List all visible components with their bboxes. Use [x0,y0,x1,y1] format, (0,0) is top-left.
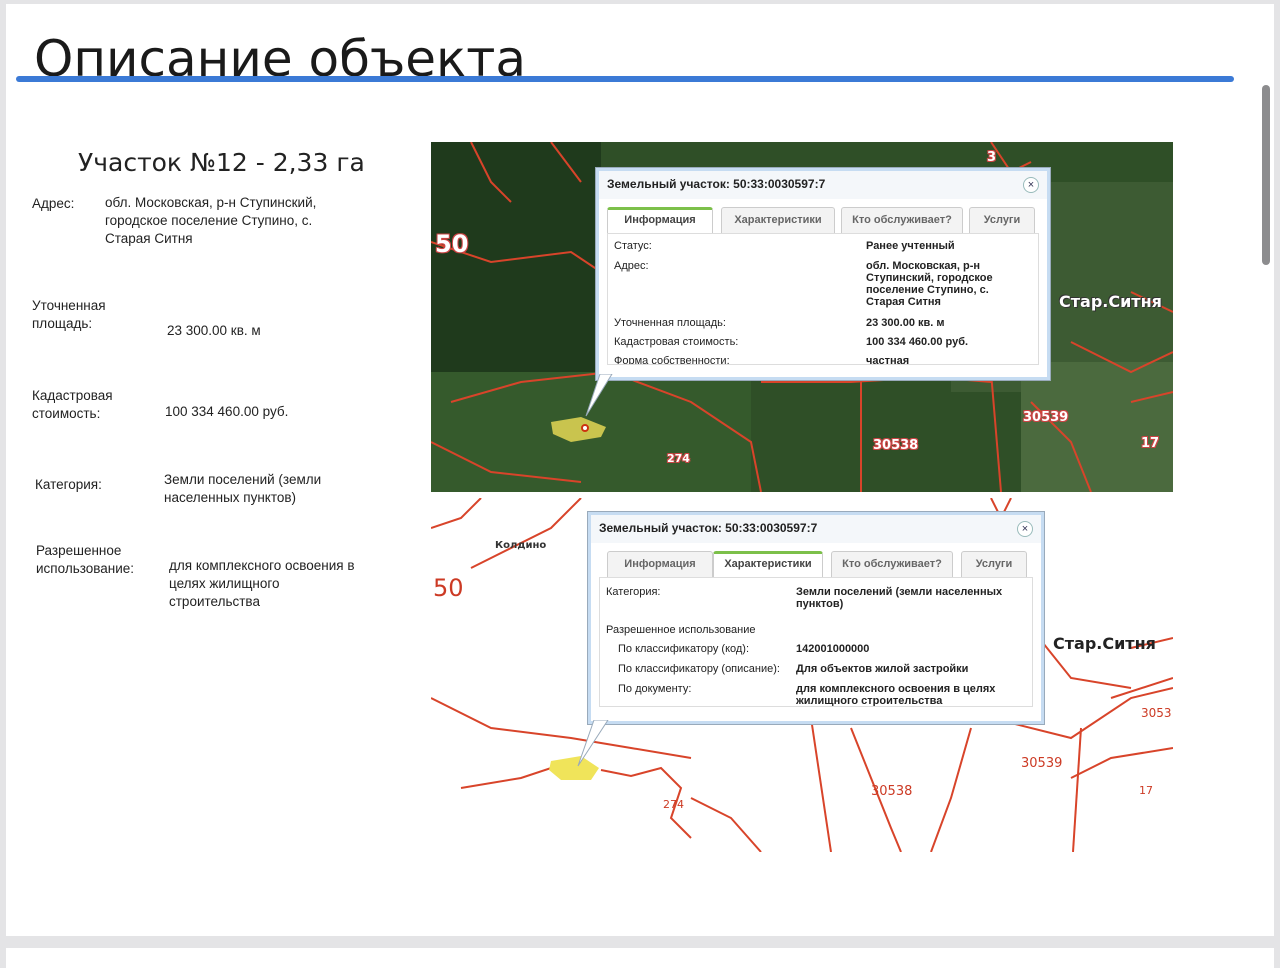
tab-services[interactable]: Услуги [969,207,1035,233]
parcel-characteristics-popup: Земельный участок: 50:33:0030597:7 × Инф… [588,512,1044,724]
map-label-30538: 30538 [871,784,913,799]
map-label-274: 274 [663,798,684,811]
parcel-info-popup: Земельный участок: 50:33:0030597:7 × Инф… [596,168,1050,380]
map-label-17: 17 [1139,784,1153,797]
map-label-3: 3 [987,150,997,165]
map-label-village: Стар.Ситня [1053,634,1156,653]
map-label-koldino: Колдино [495,540,547,551]
class-desc-label: По классификатору (описание): [618,663,780,675]
popup-pointer [585,374,613,417]
category-label: Категория: [606,586,661,598]
popup-tabs: Информация Характеристики Кто обслуживае… [599,207,1047,233]
category-label: Категория: [35,477,102,492]
address-value: обл. Московская, р-н Ступинский, городск… [105,195,317,246]
tab-services[interactable]: Услуги [961,551,1027,577]
permitted-use-value: для комплексного освоения в целях жилищн… [169,558,355,609]
doc-label: По документу: [618,683,692,695]
tab-who-serves[interactable]: Кто обслуживает? [841,207,963,233]
cost-value: 100 334 460.00 руб. [866,336,969,348]
cost-label: Кадастровая стоимость: [32,388,113,421]
area-label: Уточненная площадь: [32,298,106,331]
plot-title: Участок №12 - 2,33 га [78,148,365,177]
popup-info-body: Статус: Ранее учтенный Адрес: обл. Моско… [607,233,1039,365]
status-label: Статус: [614,240,652,252]
map-label-274: 274 [667,452,690,465]
popup-title: Земельный участок: 50:33:0030597:7 [599,171,1047,199]
close-icon[interactable]: × [1017,521,1033,537]
cost-value: 100 334 460.00 руб. [165,404,289,419]
ownership-label: Форма собственности: [614,355,730,365]
popup-characteristics-body: Категория: Земли поселений (земли населе… [599,577,1033,707]
title-underline [16,76,1234,82]
class-code-value: 142001000000 [796,643,870,655]
class-code-label: По классификатору (код): [618,643,750,655]
map-label-zone50: 50 [433,574,464,602]
popup-tabs: Информация Характеристики Кто обслуживае… [591,551,1041,577]
map-label-village: Стар.Ситня [1059,292,1162,311]
category-value: Земли поселений (земли населенных пункто… [164,472,322,505]
ownership-value: частная [866,355,910,365]
area-label: Уточненная площадь: [614,317,726,329]
tab-info[interactable]: Информация [607,551,713,577]
map-label-3053: 3053 [1141,706,1172,720]
tab-characteristics[interactable]: Характеристики [721,207,835,233]
permitted-use-header: Разрешенное использование [606,624,756,636]
status-value: Ранее учтенный [866,240,955,252]
area-value: 23 300.00 кв. м [866,317,945,329]
map-label-30538: 30538 [873,438,919,453]
popup-title: Земельный участок: 50:33:0030597:7 [591,515,1041,543]
close-icon[interactable]: × [1023,177,1039,193]
map-label-30539: 30539 [1023,410,1069,425]
permitted-use-label: Разрешенное использование: [36,543,135,576]
address-label: Адрес: [614,260,649,272]
class-desc-value: Для объектов жилой застройки [796,663,969,675]
parcel-pin-icon[interactable] [581,424,589,432]
tab-characteristics[interactable]: Характеристики [713,551,823,577]
tab-who-serves[interactable]: Кто обслуживает? [831,551,953,577]
page-sheet: Описание объекта Участок №12 - 2,33 га А… [6,4,1274,936]
category-value: Земли поселений (земли населенных пункто… [796,586,1003,610]
map-label-17: 17 [1141,436,1160,451]
map-label-30539: 30539 [1021,756,1063,771]
address-value: обл. Московская, р-н Ступинский, городск… [866,260,993,308]
scrollbar-thumb[interactable] [1262,85,1270,265]
next-page-sheet [6,948,1274,968]
map-label-zone50: 50 [435,230,469,258]
popup-pointer [577,720,609,767]
area-value: 23 300.00 кв. м [167,323,261,338]
tab-info[interactable]: Информация [607,207,713,233]
cost-label: Кадастровая стоимость: [614,336,739,348]
doc-value: для комплексного освоения в целях жилищн… [796,683,996,707]
